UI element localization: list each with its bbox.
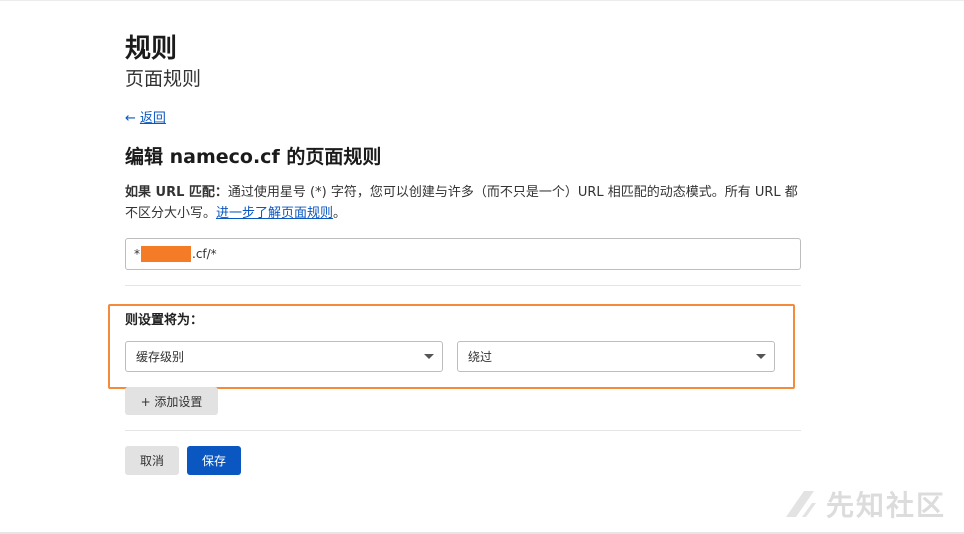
url-match-description: 如果 URL 匹配：通过使用星号 (*) 字符，您可以创建与许多（而不只是一个）… bbox=[125, 182, 801, 224]
watermark: 先知社区 bbox=[782, 484, 946, 524]
section-divider bbox=[125, 285, 801, 286]
redacted-domain bbox=[141, 246, 191, 262]
url-pattern-input[interactable]: * .cf/* bbox=[125, 238, 801, 270]
add-setting-button[interactable]: + 添加设置 bbox=[125, 387, 218, 415]
page-rules-editor: 规则 页面规则 ← 返回 编辑 nameco.cf 的页面规则 如果 URL 匹… bbox=[0, 0, 964, 534]
url-suffix: .cf/* bbox=[192, 247, 217, 261]
cancel-button[interactable]: 取消 bbox=[125, 446, 179, 475]
save-button[interactable]: 保存 bbox=[187, 446, 241, 475]
back-link[interactable]: ← 返回 bbox=[125, 110, 166, 128]
watermark-logo-icon bbox=[785, 491, 816, 517]
url-prefix: * bbox=[134, 247, 140, 261]
edit-rule-heading: 编辑 nameco.cf 的页面规则 bbox=[125, 146, 382, 168]
page-subtitle: 页面规则 bbox=[125, 68, 202, 90]
setting-value-select[interactable]: 绕过 bbox=[457, 341, 775, 372]
setting-type-select[interactable]: 缓存级别 bbox=[125, 341, 443, 372]
main-content: 规则 页面规则 ← 返回 编辑 nameco.cf 的页面规则 如果 URL 匹… bbox=[125, 34, 801, 286]
desc-suffix: 。 bbox=[333, 206, 347, 221]
chevron-down-icon bbox=[756, 354, 766, 359]
setting-value-value: 绕过 bbox=[468, 350, 493, 364]
top-divider bbox=[0, 0, 964, 1]
setting-type-value: 缓存级别 bbox=[136, 350, 185, 364]
watermark-text: 先知社区 bbox=[825, 489, 946, 522]
back-link-label: 返回 bbox=[139, 111, 166, 126]
chevron-down-icon bbox=[424, 354, 434, 359]
url-match-label: 如果 URL 匹配： bbox=[125, 185, 228, 200]
settings-label: 则设置将为： bbox=[125, 313, 204, 328]
learn-more-link[interactable]: 进一步了解页面规则 bbox=[216, 206, 333, 221]
arrow-left-icon: ← bbox=[125, 111, 136, 126]
actions-divider bbox=[125, 430, 801, 431]
page-title: 规则 bbox=[125, 34, 178, 64]
